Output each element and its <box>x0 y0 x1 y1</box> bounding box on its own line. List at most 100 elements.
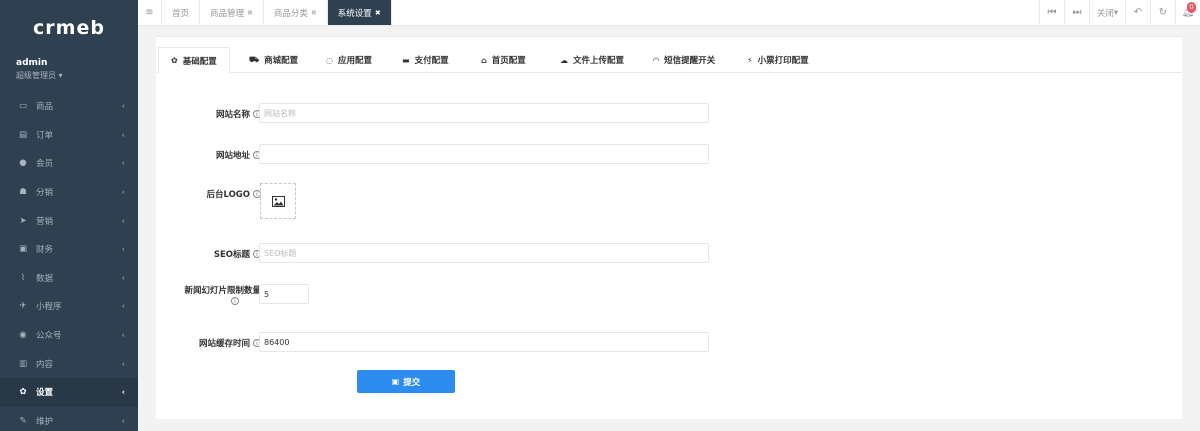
site-url-input[interactable] <box>259 144 709 164</box>
sidebar: crmeb admin 超级管理员 ▾ ▭ 商品 ‹ ▤ 订单 ‹ ● 会员 ‹ ☗ 分销 ‹ ➤ 营销 ‹… <box>0 0 138 431</box>
credit-card-icon: ▬ <box>402 55 410 65</box>
plug-icon: ⚡ <box>747 55 753 65</box>
chart-icon: ⌇ <box>20 272 26 283</box>
sidebar-item-label: 公众号 <box>36 331 62 342</box>
config-tab-4[interactable]: ⌂ 首页配置 <box>481 47 526 73</box>
wrench-icon: ✎ <box>19 415 27 426</box>
config-tab-2[interactable]: ◌ 应用配置 <box>326 47 372 73</box>
config-tab-5[interactable]: ☁ 文件上传配置 <box>560 47 624 73</box>
config-tabs: ✿ 基础配置 ⛟ 商城配置 ◌ 应用配置 ▬ 支付配置 ⌂ 首页配置 ☁ 文件上传配置 ◠ 短信提醒开关 ⚡… <box>156 47 1182 74</box>
news-slide-limit-input[interactable]: 5 <box>259 284 309 304</box>
config-tab-label: 支付配置 <box>414 56 449 66</box>
cart-icon: ⛟ <box>249 55 260 64</box>
chevron-left-icon: ‹ <box>121 101 125 111</box>
sidebar-item-label: 财务 <box>36 245 54 256</box>
sidebar-item-4[interactable]: ➤ 营销 ‹ <box>0 206 138 235</box>
whatsapp-icon: ◌ <box>326 55 333 65</box>
config-tab-label: 商城配置 <box>264 56 299 66</box>
logo[interactable]: crmeb <box>0 0 138 56</box>
page-tab-label: 系统设置 <box>337 8 372 19</box>
cache-time-label: 网站缓存时间 i <box>199 337 261 349</box>
config-tab-7[interactable]: ⚡ 小票打印配置 <box>747 47 809 73</box>
config-tab-1[interactable]: ⛟ 商城配置 <box>249 47 298 73</box>
user-name: admin <box>16 58 48 68</box>
sidebar-item-2[interactable]: ● 会员 ‹ <box>0 149 138 178</box>
user-panel[interactable]: admin 超级管理员 ▾ <box>0 56 138 90</box>
chevron-left-icon: ‹ <box>121 359 125 369</box>
sidebar-menu: ▭ 商品 ‹ ▤ 订单 ‹ ● 会员 ‹ ☗ 分销 ‹ ➤ 营销 ‹ ▣ 财务 ‹ ⌇ 数据 ‹ ✈ 小程序 ‹ ◉ 公众号 ‹ ▥ 内… <box>0 92 138 431</box>
sidebar-item-11[interactable]: ✎ 维护 ‹ <box>0 407 138 431</box>
laptop-icon: ▭ <box>18 101 28 112</box>
lock-icon: ▣ <box>391 377 400 386</box>
cloud-upload-icon: ☁ <box>560 55 568 65</box>
logo-upload[interactable] <box>260 183 296 219</box>
chevron-left-icon: ‹ <box>121 187 125 197</box>
sidebar-item-8[interactable]: ◉ 公众号 ‹ <box>0 321 138 350</box>
backward-icon[interactable]: ⏮ <box>1039 0 1064 25</box>
chevron-left-icon: ‹ <box>121 387 125 397</box>
chevron-left-icon: ‹ <box>121 416 125 426</box>
home-icon: ⌂ <box>481 55 487 65</box>
sidebar-item-label: 数据 <box>36 273 54 284</box>
sidebar-item-9[interactable]: ▥ 内容 ‹ <box>0 349 138 378</box>
sidebar-item-10[interactable]: ✿ 设置 ‹ <box>0 377 138 407</box>
money-icon: ▣ <box>18 244 28 255</box>
config-tab-3[interactable]: ▬ 支付配置 <box>402 47 449 73</box>
sidebar-item-7[interactable]: ✈ 小程序 ‹ <box>0 292 138 321</box>
wechat-icon: ◉ <box>19 330 27 341</box>
list-icon: ▤ <box>18 129 28 140</box>
chevron-left-icon: ‹ <box>121 330 125 340</box>
close-icon[interactable]: ✖ <box>375 9 381 17</box>
page-tab-label: 首页 <box>172 8 190 19</box>
sidebar-item-label: 营销 <box>36 216 54 227</box>
sidebar-item-6[interactable]: ⌇ 数据 ‹ <box>0 264 138 293</box>
news-slide-limit-label: 新闻幻灯片限制数量 i <box>184 286 261 305</box>
config-tab-label: 文件上传配置 <box>573 56 625 66</box>
page-tab-2[interactable]: 商品分类 ✖ <box>264 0 328 25</box>
notification-badge: 0 <box>1187 2 1196 13</box>
sidebar-item-label: 小程序 <box>36 302 62 313</box>
chevron-left-icon: ‹ <box>121 130 125 140</box>
page-tab-0[interactable]: 首页 <box>162 0 201 25</box>
config-tab-label: 短信提醒开关 <box>664 56 716 66</box>
bell-icon[interactable]: 🔔︎ 0 <box>1175 0 1200 25</box>
site-name-label: 网站名称 i <box>216 108 261 120</box>
sidebar-item-5[interactable]: ▣ 财务 ‹ <box>0 235 138 264</box>
page-tab-label: 商品分类 <box>273 8 308 19</box>
chevron-left-icon: ‹ <box>121 273 125 283</box>
config-tab-label: 应用配置 <box>337 56 372 66</box>
sidebar-item-3[interactable]: ☗ 分销 ‹ <box>0 178 138 207</box>
seo-title-input[interactable]: SEO标题 <box>259 243 709 263</box>
top-bar-actions: ⏮ ⏭ 关闭 ▾ ↶ ↻ 🔔︎ 0 <box>1039 0 1200 25</box>
close-icon[interactable]: ✖ <box>247 9 253 17</box>
info-icon[interactable]: i <box>231 297 239 305</box>
book-icon: ▥ <box>18 358 28 369</box>
chevron-left-icon: ‹ <box>121 216 125 226</box>
undo-icon[interactable]: ↶ <box>1125 0 1150 25</box>
content-panel: ✿ 基础配置 ⛟ 商城配置 ◌ 应用配置 ▬ 支付配置 ⌂ 首页配置 ☁ 文件上传配置 ◠ 短信提醒开关 ⚡… <box>156 36 1182 419</box>
config-tab-0[interactable]: ✿ 基础配置 <box>158 47 230 74</box>
site-name-input[interactable]: 网站名称 <box>259 103 709 123</box>
submit-button[interactable]: ▣ 提交 <box>357 370 455 393</box>
close-tabs-dropdown[interactable]: 关闭 ▾ <box>1089 0 1125 25</box>
close-icon[interactable]: ✖ <box>311 9 317 17</box>
forward-icon[interactable]: ⏭ <box>1064 0 1089 25</box>
sidebar-item-0[interactable]: ▭ 商品 ‹ <box>0 92 138 121</box>
config-tab-label: 基础配置 <box>182 56 217 67</box>
sidebar-item-label: 维护 <box>36 416 54 427</box>
seo-title-label: SEO标题 i <box>214 248 261 260</box>
page-tab-3[interactable]: 系统设置 ✖ <box>327 0 392 25</box>
sidebar-item-1[interactable]: ▤ 订单 ‹ <box>0 121 138 150</box>
sidebar-item-label: 设置 <box>36 388 54 399</box>
chevron-left-icon: ‹ <box>121 158 125 168</box>
image-icon <box>271 195 285 207</box>
sidebar-item-label: 分销 <box>36 188 54 199</box>
user-role[interactable]: 超级管理员 ▾ <box>16 70 138 81</box>
config-tab-6[interactable]: ◠ 短信提醒开关 <box>653 47 715 73</box>
cache-time-input[interactable]: 86400 <box>259 332 709 352</box>
page-tab-1[interactable]: 商品管理 ✖ <box>200 0 264 25</box>
refresh-icon[interactable]: ↻ <box>1150 0 1175 25</box>
menu-toggle-icon[interactable]: ≡ <box>138 0 162 25</box>
sidebar-item-label: 会员 <box>36 159 54 170</box>
page-tab-label: 商品管理 <box>210 8 245 19</box>
